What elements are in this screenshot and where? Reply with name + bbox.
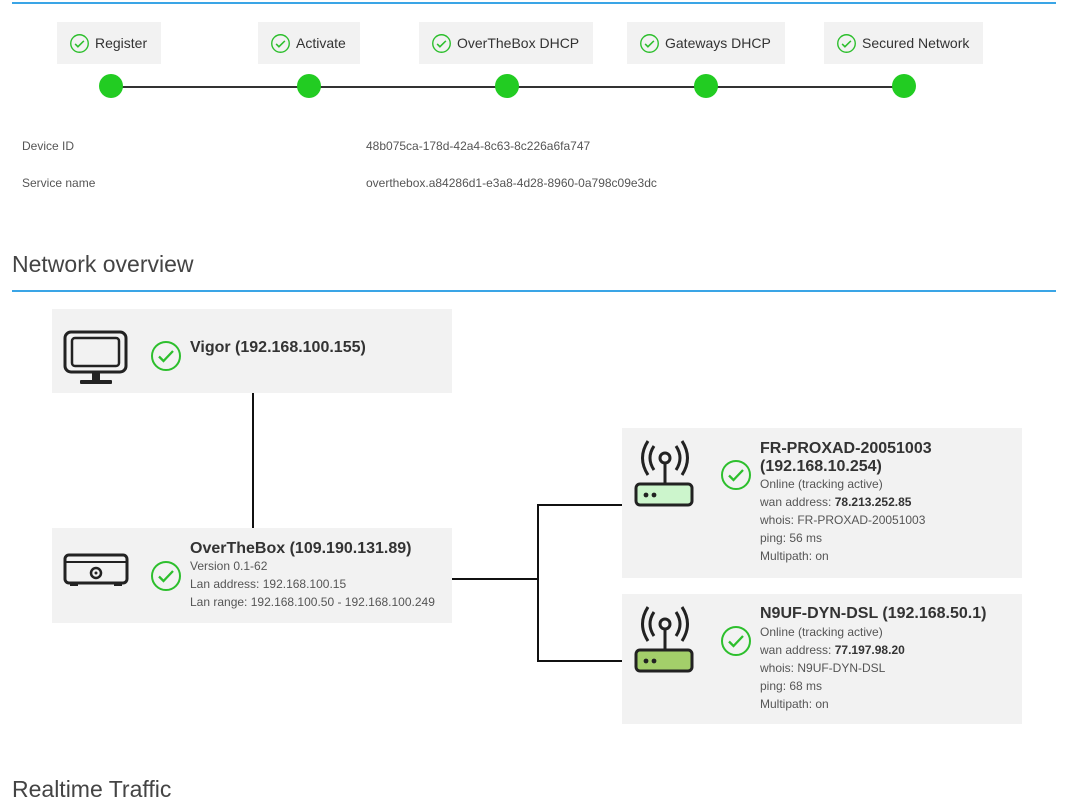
wan-address-label: wan address: [760,643,835,657]
step-label-text: Register [95,35,148,51]
check-circle-icon [640,33,659,53]
overthebox-card[interactable]: OverTheBox (109.190.131.89) Version 0.1-… [52,528,452,623]
step-label-text: Secured Network [862,35,970,51]
wifi-router-icon [634,440,694,507]
step-label-text: Activate [296,35,346,51]
gateway-card-n9uf[interactable]: N9UF-DYN-DSL (192.168.50.1) Online (trac… [622,594,1022,724]
overthebox-title: OverTheBox (109.190.131.89) [190,540,412,557]
wan-address-label: wan address: [760,495,835,509]
network-overview-divider [12,290,1056,292]
step-label-text: Gateways DHCP [665,35,771,51]
monitor-icon [63,330,128,384]
gateway-multipath: Multipath: on [760,549,829,563]
gateway-status: Online (tracking active) [760,625,883,639]
check-circle-icon [837,33,856,53]
step-gateways-dhcp: Gateways DHCP [627,22,785,64]
gateway-whois: whois: FR-PROXAD-20051003 [760,513,926,527]
step-label-text: OverTheBox DHCP [457,35,580,51]
gateway-status: Online (tracking active) [760,477,883,491]
check-circle-icon [432,33,451,53]
step-dot-secured-network [892,74,916,98]
wan-address-value: 77.197.98.20 [834,643,905,657]
step-activate: Activate [258,22,360,64]
gateway-wan-address: wan address: 78.213.252.85 [760,493,911,511]
step-dot-activate [297,74,321,98]
gateway-title-ip: (192.168.10.254) [760,458,882,475]
vigor-card[interactable]: Vigor (192.168.100.155) [52,309,452,393]
check-circle-icon [151,561,181,591]
gateway-ping: ping: 68 ms [760,679,823,693]
step-overthebox-dhcp: OverTheBox DHCP [419,22,594,64]
overthebox-lan-address: Lan address: 192.168.100.15 [190,577,347,591]
vigor-title: Vigor (192.168.100.155) [190,339,366,356]
realtime-traffic-title: Realtime Traffic [12,776,172,802]
box-device-icon [63,553,129,586]
gateway-wan-address: wan address: 77.197.98.20 [760,641,905,659]
step-secured-network: Secured Network [824,22,984,64]
gateway-ping: ping: 56 ms [760,531,823,545]
check-circle-icon [151,341,181,371]
service-name-value: overthebox.a84286d1-e3a8-4d28-8960-0a798… [366,176,657,190]
gateway-whois: whois: N9UF-DYN-DSL [760,661,886,675]
check-circle-icon [721,460,751,490]
service-name-label: Service name [22,176,96,190]
check-circle-icon [271,33,290,53]
gateways-bus-link [537,504,539,662]
step-register: Register [57,22,162,64]
gateway-card-fr-proxad[interactable]: FR-PROXAD-20051003 (192.168.10.254) Onli… [622,428,1022,578]
gateway-multipath: Multipath: on [760,697,829,711]
device-id-value: 48b075ca-178d-42a4-8c63-8c226a6fa747 [366,139,591,153]
gateway-title: FR-PROXAD-20051003 [760,440,932,457]
device-id-label: Device ID [22,139,75,153]
step-dot-gateways-dhcp [694,74,718,98]
gateway-title: N9UF-DYN-DSL (192.168.50.1) [760,605,987,622]
gateway2-link [537,660,623,662]
gateway1-link [537,504,623,506]
step-dot-register [99,74,123,98]
check-circle-icon [721,626,751,656]
check-circle-icon [70,33,89,53]
overthebox-version: Version 0.1-62 [190,559,268,573]
wifi-router-icon [634,606,694,673]
step-dot-overthebox-dhcp [495,74,519,98]
otb-trunk-link [452,578,539,580]
overthebox-lan-range: Lan range: 192.168.100.50 - 192.168.100.… [190,595,435,609]
wan-address-value: 78.213.252.85 [834,495,912,509]
network-overview-title: Network overview [12,251,194,277]
top-divider [12,2,1056,4]
vigor-otb-link [252,393,254,528]
